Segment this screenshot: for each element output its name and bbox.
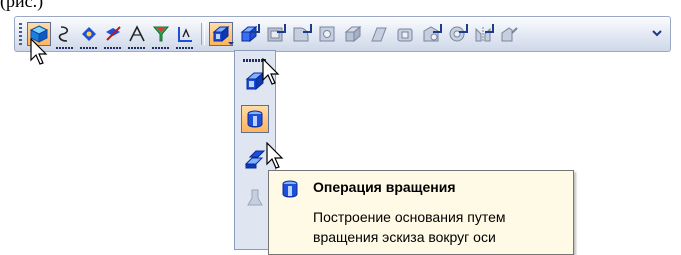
fillet-button[interactable] [289, 22, 313, 46]
filter-icon [152, 26, 170, 42]
cut-button[interactable] [341, 22, 365, 46]
mirror-button[interactable] [471, 22, 495, 46]
axis-icon [106, 26, 121, 41]
cut-icon [344, 25, 362, 43]
corner-mark [459, 24, 468, 33]
mouse-cursor-icon [266, 142, 284, 169]
subitems-indicator [56, 47, 74, 49]
subitems-indicator [80, 47, 98, 49]
toolbar-overflow-button[interactable] [645, 22, 669, 46]
mouse-cursor-icon [30, 38, 48, 65]
rib-icon [397, 28, 413, 42]
properties-icon [501, 27, 518, 42]
kinematic-operation-icon [244, 150, 266, 169]
revolve-operation-icon [247, 110, 263, 128]
tooltip-title: Операция вращения [313, 179, 456, 195]
revolve-operation-icon [282, 180, 298, 198]
toolbar-separator [201, 23, 205, 45]
mouse-cursor-icon [262, 58, 280, 85]
toolbar-grip[interactable] [19, 23, 22, 45]
loft-button[interactable] [367, 22, 391, 46]
curve-button[interactable] [53, 22, 77, 49]
properties-button[interactable] [497, 22, 521, 46]
corner-mark [303, 24, 312, 33]
chevron-down-icon [652, 30, 662, 37]
subitems-indicator [176, 47, 194, 49]
subitems-indicator [104, 47, 122, 49]
draft-button[interactable] [419, 22, 443, 46]
axis-button[interactable] [101, 22, 125, 49]
main-toolbar [14, 16, 671, 52]
plane-angle-icon [129, 25, 145, 42]
subitems-indicator [128, 47, 146, 49]
corner-mark [277, 24, 286, 33]
rib-button[interactable] [393, 22, 417, 46]
hole-button[interactable] [315, 22, 339, 46]
subitems-indicator [152, 47, 170, 49]
corner-mark [433, 24, 442, 33]
hole-icon [319, 26, 335, 42]
measure-icon [178, 27, 192, 42]
filter-button[interactable] [149, 22, 173, 49]
revolve-operation-button[interactable] [241, 105, 269, 133]
tooltip-description-line: Построение основания путем [313, 209, 506, 225]
page-top-text: (рис.) [0, 0, 44, 11]
loft-operation-icon [247, 189, 263, 206]
loft-operation-button [241, 183, 269, 211]
loft-icon [371, 27, 387, 42]
dropdown-arrow-icon [228, 42, 234, 45]
sketch-extrude-button[interactable] [237, 22, 261, 46]
corner-mark [251, 24, 260, 33]
extrude-button[interactable] [209, 22, 234, 46]
shell-button[interactable] [263, 22, 287, 46]
array-button[interactable] [445, 22, 469, 46]
measure-button[interactable] [173, 22, 197, 49]
kinematic-operation-button[interactable] [241, 145, 269, 173]
curve-icon [58, 26, 69, 42]
point-icon [82, 27, 96, 41]
tooltip-description-line: вращения эскиза вокруг оси [313, 229, 496, 245]
tooltip: Операция вращения Построение основания п… [268, 170, 574, 255]
corner-mark [485, 24, 494, 33]
plane-angle-button[interactable] [125, 22, 149, 49]
extrude-icon [212, 25, 230, 43]
point-button[interactable] [77, 22, 101, 49]
